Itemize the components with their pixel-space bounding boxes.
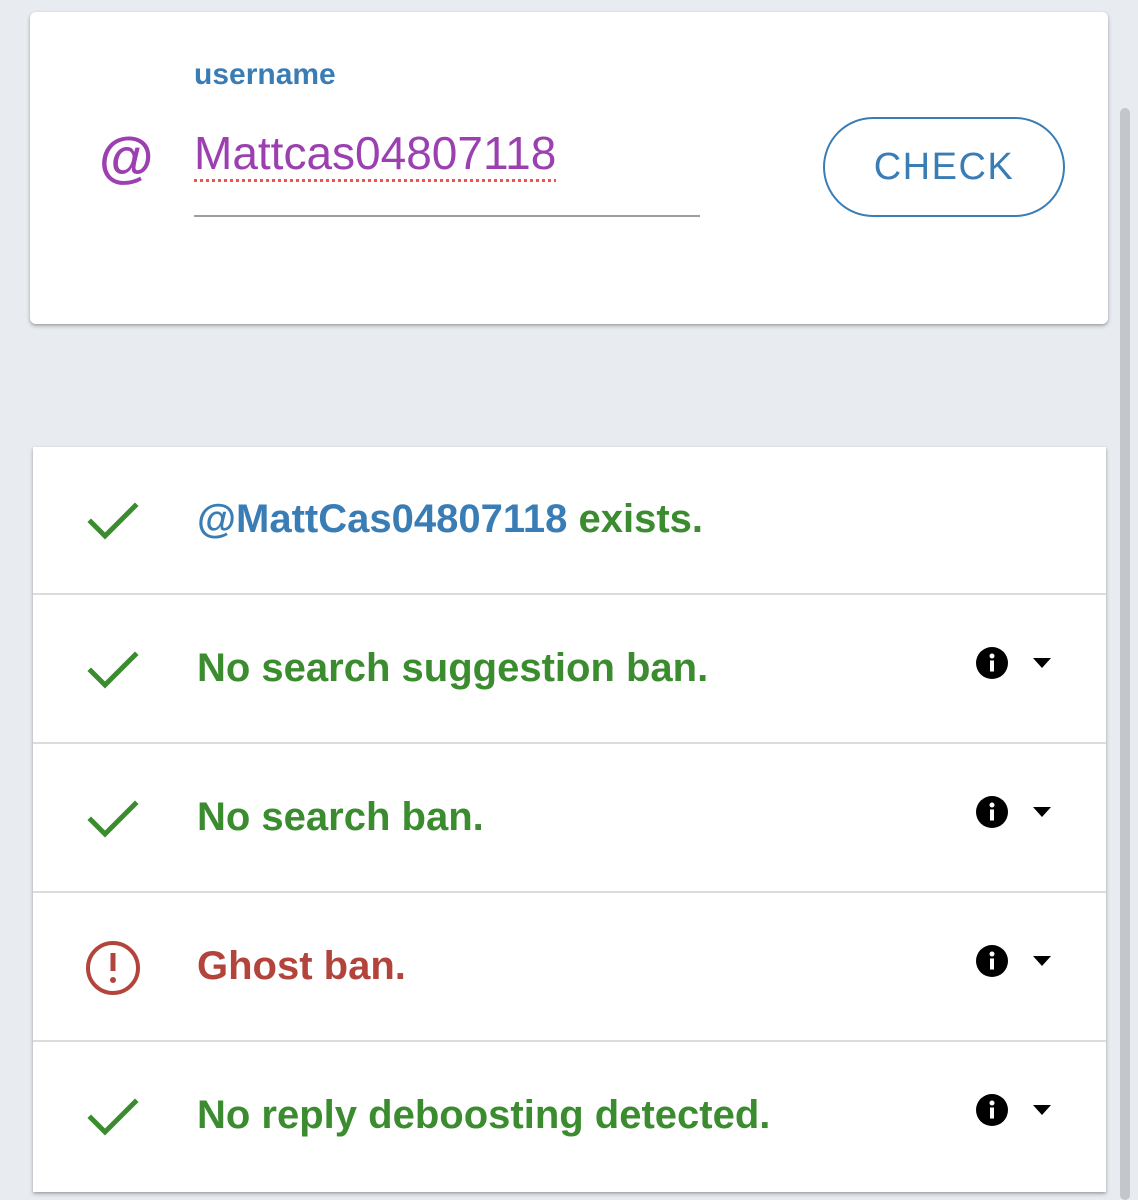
chevron-down-icon[interactable] [1033,1105,1051,1115]
check-button[interactable]: CHECK [823,117,1065,217]
result-row-exists: @MattCas04807118 exists. [33,447,1106,595]
info-icon[interactable] [975,795,1009,829]
result-text: Ghost ban. [197,944,406,988]
result-row-ghost-ban: Ghost ban. [33,894,1106,1042]
username-input[interactable]: Mattcas04807118 [194,130,556,176]
chevron-down-icon[interactable] [1033,658,1051,668]
username-input-underline [194,215,700,217]
result-handle[interactable]: @MattCas04807118 [197,497,567,541]
check-icon [87,651,139,689]
results-card: @MattCas04807118 exists. No search sugge… [33,447,1106,1192]
username-search-card: username @ Mattcas04807118 CHECK [30,12,1108,324]
chevron-down-icon[interactable] [1033,807,1051,817]
at-sign-icon: @ [98,126,153,189]
check-icon [87,800,139,838]
scrollbar-thumb[interactable] [1120,108,1130,1200]
result-text: No reply deboosting detected. [197,1093,771,1137]
result-row-reply-deboosting: No reply deboosting detected. [33,1043,1106,1191]
result-suffix: exists. [567,497,704,541]
info-icon[interactable] [975,646,1009,680]
chevron-down-icon[interactable] [1033,956,1051,966]
alert-circle-icon [86,941,140,995]
result-text: No search suggestion ban. [197,646,709,690]
check-icon [87,502,139,540]
info-icon[interactable] [975,944,1009,978]
result-text: @MattCas04807118 exists. [197,497,703,541]
check-icon [87,1098,139,1136]
result-row-search-ban: No search ban. [33,745,1106,893]
username-label: username [194,58,336,91]
info-icon[interactable] [975,1093,1009,1127]
result-text: No search ban. [197,795,484,839]
result-row-search-suggestion-ban: No search suggestion ban. [33,596,1106,744]
